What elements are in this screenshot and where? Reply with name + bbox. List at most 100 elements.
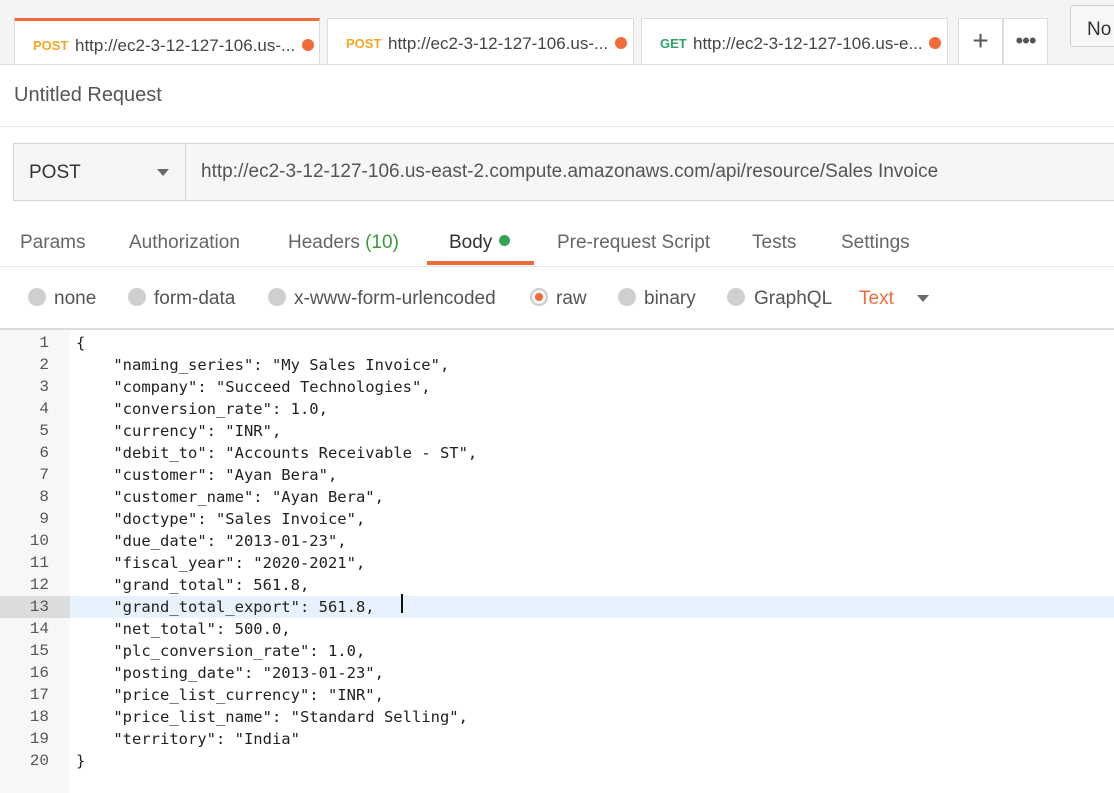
code-line[interactable]: 15 "plc_conversion_rate": 1.0, — [0, 640, 1114, 662]
chevron-down-icon[interactable] — [917, 295, 929, 302]
line-number: 14 — [29, 620, 49, 638]
request-title[interactable]: Untitled Request — [14, 84, 162, 107]
line-number: 17 — [29, 686, 49, 704]
code-text: "grand_total": 561.8, — [76, 576, 310, 594]
tab-tests[interactable]: Tests — [752, 232, 796, 254]
tab-body-label: Body — [449, 232, 493, 253]
line-number: 15 — [29, 642, 49, 660]
code-line[interactable]: 9 "doctype": "Sales Invoice", — [0, 508, 1114, 530]
tab-prerequest-script[interactable]: Pre-request Script — [557, 232, 710, 254]
code-line[interactable]: 6 "debit_to": "Accounts Receivable - ST"… — [0, 442, 1114, 464]
unsaved-dot-icon — [615, 37, 627, 49]
radio-form-data[interactable] — [128, 288, 146, 306]
line-number: 13 — [0, 596, 70, 618]
environment-select[interactable]: No — [1070, 5, 1114, 47]
code-text: "price_list_name": "Standard Selling", — [76, 708, 468, 726]
code-text: "grand_total_export": 561.8, — [76, 598, 384, 616]
new-tab-button[interactable]: + — [958, 18, 1003, 64]
request-tab-method: POST — [346, 36, 382, 51]
radio-label-graphql[interactable]: GraphQL — [754, 288, 832, 310]
code-text: "plc_conversion_rate": 1.0, — [76, 642, 366, 660]
code-line[interactable]: 3 "company": "Succeed Technologies", — [0, 376, 1114, 398]
unsaved-dot-icon — [302, 39, 314, 51]
code-line[interactable]: 12 "grand_total": 561.8, — [0, 574, 1114, 596]
code-text: "territory": "India" — [76, 730, 300, 748]
code-text: "currency": "INR", — [76, 422, 282, 440]
code-line[interactable]: 14 "net_total": 500.0, — [0, 618, 1114, 640]
radio-x-www-form-urlencoded[interactable] — [268, 288, 286, 306]
code-line[interactable]: 18 "price_list_name": "Standard Selling"… — [0, 706, 1114, 728]
code-text: "fiscal_year": "2020-2021", — [76, 554, 366, 572]
line-number: 8 — [39, 488, 49, 506]
request-tab-3[interactable]: GET http://ec2-3-12-127-106.us-e... — [641, 18, 948, 64]
code-text: "company": "Succeed Technologies", — [76, 378, 431, 396]
tab-headers-label: Headers — [288, 232, 360, 253]
line-number: 9 — [39, 510, 49, 528]
body-indicator-icon — [499, 235, 511, 246]
code-line[interactable]: 2 "naming_series": "My Sales Invoice", — [0, 354, 1114, 376]
body-code-editor[interactable]: 1{2 "naming_series": "My Sales Invoice",… — [0, 330, 1114, 793]
request-tab-2[interactable]: POST http://ec2-3-12-127-106.us-... — [327, 18, 634, 64]
divider — [0, 126, 1114, 127]
radio-label-binary[interactable]: binary — [644, 288, 696, 310]
code-line[interactable]: 13 "grand_total_export": 561.8, — [0, 596, 1114, 618]
radio-raw[interactable] — [530, 288, 548, 306]
request-tab-url: http://ec2-3-12-127-106.us-e... — [693, 34, 923, 53]
code-line[interactable]: 7 "customer": "Ayan Bera", — [0, 464, 1114, 486]
radio-label-form-data[interactable]: form-data — [154, 288, 235, 310]
divider — [0, 266, 1114, 267]
method-select[interactable]: POST — [14, 144, 186, 200]
line-number: 16 — [29, 664, 49, 682]
line-number: 18 — [29, 708, 49, 726]
body-format-select[interactable]: Text — [859, 288, 894, 310]
code-text: "customer_name": "Ayan Bera", — [76, 488, 384, 506]
code-text: "debit_to": "Accounts Receivable - ST", — [76, 444, 478, 462]
code-text: "posting_date": "2013-01-23", — [76, 664, 384, 682]
line-number: 20 — [29, 752, 49, 770]
code-line[interactable]: 16 "posting_date": "2013-01-23", — [0, 662, 1114, 684]
radio-label-none[interactable]: none — [54, 288, 96, 310]
tab-params[interactable]: Params — [20, 232, 85, 254]
radio-graphql[interactable] — [727, 288, 745, 306]
radio-label-raw[interactable]: raw — [556, 288, 587, 310]
code-text: "net_total": 500.0, — [76, 620, 291, 638]
url-input[interactable] — [186, 144, 1114, 200]
code-line[interactable]: 8 "customer_name": "Ayan Bera", — [0, 486, 1114, 508]
code-line[interactable]: 17 "price_list_currency": "INR", — [0, 684, 1114, 706]
line-number: 6 — [39, 444, 49, 462]
line-number: 3 — [39, 378, 49, 396]
code-line[interactable]: 20} — [0, 750, 1114, 772]
tab-settings[interactable]: Settings — [841, 232, 910, 254]
code-text: "due_date": "2013-01-23", — [76, 532, 347, 550]
request-tab-url: http://ec2-3-12-127-106.us-... — [388, 34, 609, 53]
tab-headers[interactable]: Headers (10) — [288, 232, 399, 254]
headers-count-badge: (10) — [365, 232, 399, 253]
line-number: 11 — [29, 554, 49, 572]
code-text: "customer": "Ayan Bera", — [76, 466, 338, 484]
tab-authorization[interactable]: Authorization — [129, 232, 240, 254]
line-number: 1 — [39, 334, 49, 352]
unsaved-dot-icon — [929, 37, 941, 49]
line-number: 19 — [29, 730, 49, 748]
code-text: "price_list_currency": "INR", — [76, 686, 384, 704]
request-tab-method: POST — [33, 38, 69, 53]
code-text: "doctype": "Sales Invoice", — [76, 510, 366, 528]
line-number: 2 — [39, 356, 49, 374]
line-number: 10 — [29, 532, 49, 550]
request-tab-1[interactable]: POST http://ec2-3-12-127-106.us-... — [14, 18, 320, 64]
radio-binary[interactable] — [618, 288, 636, 306]
code-line[interactable]: 4 "conversion_rate": 1.0, — [0, 398, 1114, 420]
radio-label-x-www-form-urlencoded[interactable]: x-www-form-urlencoded — [294, 288, 496, 310]
request-tab-method: GET — [660, 36, 687, 51]
more-icon: ••• — [1015, 28, 1036, 53]
radio-none[interactable] — [28, 288, 46, 306]
code-line[interactable]: 11 "fiscal_year": "2020-2021", — [0, 552, 1114, 574]
active-tab-indicator — [427, 261, 534, 265]
code-line[interactable]: 10 "due_date": "2013-01-23", — [0, 530, 1114, 552]
tab-body[interactable]: Body — [449, 232, 511, 254]
code-line[interactable]: 5 "currency": "INR", — [0, 420, 1114, 442]
more-tabs-button[interactable]: ••• — [1003, 18, 1048, 64]
code-line[interactable]: 19 "territory": "India" — [0, 728, 1114, 750]
line-number: 7 — [39, 466, 49, 484]
code-line[interactable]: 1{ — [0, 332, 1114, 354]
